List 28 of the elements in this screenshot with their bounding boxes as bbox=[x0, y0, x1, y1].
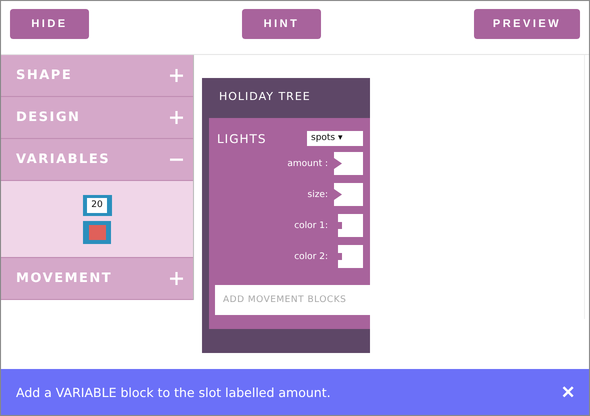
toolbar-button[interactable]: HINT bbox=[242, 9, 321, 39]
slot-placeholder: ADD MOVEMENT BLOCKS bbox=[223, 295, 346, 305]
plus-icon bbox=[170, 272, 183, 285]
toolbar-button[interactable]: HIDE bbox=[10, 9, 89, 39]
input-slot[interactable] bbox=[334, 152, 363, 175]
number-block[interactable]: 20 bbox=[82, 194, 112, 216]
slot-label: color 2: bbox=[294, 252, 328, 262]
category-label: DESIGN bbox=[16, 110, 80, 125]
block-label: LIGHTS bbox=[217, 132, 266, 146]
lights-block[interactable]: LIGHTS spots ▾ amount : size: color 1: color 2: ADD MOVEMENT BLOCKS bbox=[209, 118, 370, 329]
category-label: SHAPE bbox=[16, 68, 72, 83]
category-label: MOVEMENT bbox=[16, 271, 112, 286]
toolbar-button[interactable]: PREVIEW bbox=[474, 9, 580, 39]
color-block[interactable] bbox=[83, 220, 111, 244]
close-button[interactable]: ✕ bbox=[561, 382, 575, 402]
movement-slot[interactable]: ADD MOVEMENT BLOCKS bbox=[215, 285, 370, 315]
input-slot[interactable] bbox=[334, 183, 363, 206]
block-title: HOLIDAY TREE bbox=[218, 89, 312, 105]
number-value: 20 bbox=[87, 198, 107, 212]
plus-icon bbox=[170, 111, 183, 124]
slot-label: amount : bbox=[287, 158, 328, 168]
dropdown[interactable]: spots ▾ bbox=[307, 131, 363, 146]
slot-label: color 1: bbox=[294, 220, 328, 230]
slot-label: size: bbox=[308, 190, 328, 200]
hint-message: Add a VARIABLE block to the slot labelled amount. bbox=[16, 384, 331, 400]
holiday-tree-block[interactable]: HOLIDAY TREE LIGHTS spots ▾ amount : size: color 1: color 2: ADD MOVEMENT BLOCKS bbox=[202, 78, 370, 353]
category-label: VARIABLES bbox=[16, 152, 110, 167]
plus-icon bbox=[170, 69, 183, 82]
